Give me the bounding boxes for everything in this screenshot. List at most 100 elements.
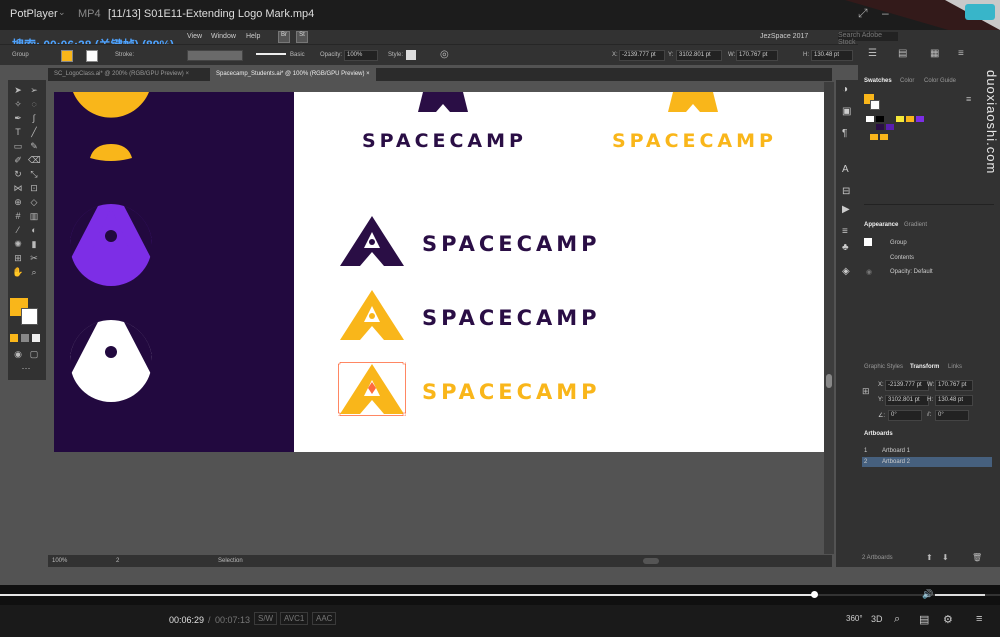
character-icon[interactable]: A bbox=[842, 164, 849, 175]
chevron-down-icon[interactable]: ⌄ bbox=[58, 7, 66, 18]
swatch-yellow[interactable] bbox=[906, 116, 914, 122]
wordmark-yellow-stacked[interactable]: SPACECAMP bbox=[612, 130, 777, 152]
codec-audio-badge[interactable]: AAC bbox=[312, 612, 337, 625]
rocket-mark-white[interactable] bbox=[68, 318, 154, 404]
logo-mark-yellow-selected[interactable] bbox=[338, 362, 406, 416]
volume-icon[interactable]: 🔊 bbox=[922, 589, 933, 600]
rotate-tool-icon[interactable]: ↻ bbox=[12, 168, 24, 180]
codec-sw-badge[interactable]: S/W bbox=[254, 612, 278, 625]
menu-icon[interactable]: ≡ bbox=[976, 613, 982, 625]
symbols-icon[interactable]: ♣ bbox=[842, 242, 849, 253]
search-stock-input[interactable]: Search Adobe Stock bbox=[838, 32, 898, 46]
align-icon[interactable]: ☰ bbox=[868, 48, 877, 59]
appearance-opacity[interactable]: Opacity: Default bbox=[890, 269, 933, 275]
edit-toolbar-icon[interactable]: ⋯ bbox=[20, 362, 32, 374]
player-brand[interactable]: PotPlayer bbox=[10, 8, 58, 20]
gradient-mode-icon[interactable] bbox=[21, 334, 29, 342]
swatch-black[interactable] bbox=[876, 116, 884, 122]
eraser-icon[interactable]: ⌫ bbox=[28, 154, 41, 166]
width-tool-icon[interactable]: ⋈ bbox=[12, 182, 24, 194]
shaper-tool-icon[interactable]: ✐ bbox=[12, 154, 24, 166]
w-field[interactable]: 170.767 pt bbox=[736, 50, 778, 61]
recolor-icon[interactable]: ◎ bbox=[440, 49, 449, 60]
symbol-sprayer-icon[interactable]: ✺ bbox=[12, 238, 24, 250]
tab-swatches[interactable]: Swatches bbox=[864, 78, 892, 84]
menu-window[interactable]: Window bbox=[211, 33, 236, 40]
transform-angle-field[interactable]: 0° bbox=[888, 410, 922, 421]
stock-icon[interactable]: St bbox=[296, 31, 308, 43]
artboard-dark[interactable] bbox=[54, 92, 294, 452]
tab-graphic-styles[interactable]: Graphic Styles bbox=[864, 364, 903, 370]
reference-point-icon[interactable]: ⊞ bbox=[862, 386, 870, 397]
bridge-icon[interactable]: Br bbox=[278, 31, 290, 43]
stroke-color-swatch[interactable] bbox=[21, 308, 38, 325]
swatch-purple[interactable] bbox=[916, 116, 924, 122]
zoom-level[interactable]: 100% bbox=[52, 558, 67, 564]
layers-icon[interactable]: ◈ bbox=[842, 266, 850, 277]
swatch-violet[interactable] bbox=[886, 124, 894, 130]
btn-360[interactable]: 360° bbox=[846, 614, 863, 623]
menu-view[interactable]: View bbox=[187, 33, 202, 40]
fill-swatch[interactable] bbox=[61, 50, 73, 62]
rectangle-tool-icon[interactable]: ▭ bbox=[12, 140, 24, 152]
style-swatch[interactable] bbox=[406, 50, 416, 60]
logo-mark-navy[interactable] bbox=[338, 214, 406, 268]
hand-tool-icon[interactable]: ✋ bbox=[12, 266, 24, 278]
color-mode-icon[interactable] bbox=[10, 334, 18, 342]
logo-mark-navy-top[interactable] bbox=[418, 92, 468, 114]
swatch-stroke-preview[interactable] bbox=[870, 100, 880, 110]
variable-width-field[interactable] bbox=[187, 50, 243, 61]
menu-lines-icon[interactable]: ≡ bbox=[842, 226, 848, 237]
zoom-search-icon[interactable]: ⌕ bbox=[894, 613, 900, 626]
scale-tool-icon[interactable]: ⤡ bbox=[28, 168, 40, 180]
swatches-view-icon[interactable]: ≡ bbox=[966, 94, 971, 104]
tab-transform[interactable]: Transform bbox=[910, 364, 939, 370]
curvature-tool-icon[interactable]: ∫ bbox=[28, 112, 40, 124]
delete-artboard-icon[interactable]: 🗑 bbox=[972, 553, 982, 562]
rocket-mark-purple[interactable] bbox=[68, 202, 154, 288]
canvas-vertical-scrollbar[interactable] bbox=[824, 82, 834, 554]
selection-tool-icon[interactable]: ➤ bbox=[12, 84, 24, 96]
swatch-group-yellow-2[interactable] bbox=[880, 134, 888, 140]
move-down-icon[interactable]: ⬇ bbox=[942, 553, 949, 562]
artboard-tool-icon[interactable]: ⊞ bbox=[12, 252, 24, 264]
transform-x-field[interactable]: -2139.777 pt bbox=[885, 380, 929, 391]
align-panel-icon[interactable]: ⊟ bbox=[842, 186, 850, 197]
wordmark-navy-2[interactable]: SPACECAMP bbox=[422, 306, 601, 330]
shape-builder-icon[interactable]: ⊕ bbox=[12, 196, 24, 208]
h-field[interactable]: 130.48 pt bbox=[811, 50, 853, 61]
menu-help[interactable]: Help bbox=[246, 33, 260, 40]
swatch-navy[interactable] bbox=[876, 124, 884, 130]
tab-links[interactable]: Links bbox=[948, 364, 962, 370]
line-tool-icon[interactable]: ╱ bbox=[28, 126, 40, 138]
visibility-eye-icon[interactable]: ◉ bbox=[866, 268, 872, 276]
lasso-icon[interactable]: ◌ bbox=[28, 98, 40, 110]
swatch-group-yellow[interactable] bbox=[870, 134, 878, 140]
playlist-icon[interactable]: ▤ bbox=[919, 613, 929, 626]
y-field[interactable]: 3102.801 pt bbox=[676, 50, 722, 61]
tab-gradient[interactable]: Gradient bbox=[904, 222, 927, 228]
libraries-icon[interactable]: ▣ bbox=[842, 106, 851, 117]
appearance-contents[interactable]: Contents bbox=[890, 255, 914, 261]
tab-spacecamp-students[interactable]: Spacecamp_Students.ai* @ 100% (RGB/GPU P… bbox=[210, 68, 376, 81]
swatch-yellow-light[interactable] bbox=[896, 116, 904, 122]
mesh-tool-icon[interactable]: # bbox=[12, 210, 24, 222]
none-mode-icon[interactable] bbox=[32, 334, 40, 342]
color-panel-icon[interactable]: ◑ bbox=[842, 84, 848, 95]
horizontal-scroll-thumb[interactable] bbox=[643, 558, 659, 564]
pen-tool-icon[interactable]: ✒ bbox=[12, 112, 24, 124]
panel-menu-icon[interactable]: ≡ bbox=[958, 48, 964, 59]
tab-color-guide[interactable]: Color Guide bbox=[924, 78, 956, 84]
seek-handle[interactable] bbox=[811, 591, 818, 598]
tab-color[interactable]: Color bbox=[900, 78, 914, 84]
rocket-mark-yellow[interactable] bbox=[68, 92, 154, 162]
move-up-icon[interactable]: ⬆ bbox=[926, 553, 933, 562]
artboard-number[interactable]: 2 bbox=[116, 558, 119, 564]
perspective-grid-icon[interactable]: ◇ bbox=[28, 196, 40, 208]
artboard-row-2[interactable]: 2 Artboard 2 bbox=[862, 457, 992, 467]
scroll-thumb[interactable] bbox=[826, 374, 832, 388]
transform-y-field[interactable]: 3102.801 pt bbox=[885, 395, 929, 406]
draw-mode-icon[interactable]: ◉ bbox=[12, 348, 24, 360]
paintbrush-icon[interactable]: ✎ bbox=[28, 140, 40, 152]
wordmark-yellow[interactable]: SPACECAMP bbox=[422, 380, 601, 404]
